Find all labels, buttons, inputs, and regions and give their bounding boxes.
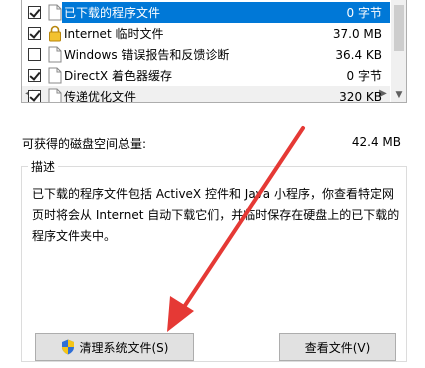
list-item-size: 0 字节 <box>346 6 382 20</box>
list-item-size: 0 字节 <box>346 69 382 83</box>
clean-system-files-label: 清理系统文件(S) <box>79 340 169 355</box>
list-item-label: DirectX 着色器缓存 <box>64 69 172 83</box>
scroll-down-arrow-icon[interactable]: ▼ <box>391 88 406 102</box>
list-item[interactable]: Windows 错误报告和反馈诊断 36.4 KB <box>22 44 390 65</box>
list-item-label: 已下载的程序文件 <box>62 2 163 23</box>
checkbox[interactable] <box>28 6 41 19</box>
description-text: 已下载的程序文件包括 ActiveX 控件和 Java 小程序，你查看特定网页时… <box>32 187 400 243</box>
checkbox[interactable] <box>28 90 41 102</box>
description-title: 描述 <box>28 158 59 175</box>
checkbox[interactable] <box>28 69 41 82</box>
list-item-size: 36.4 KB <box>335 47 382 62</box>
list-item[interactable]: DirectX 着色器缓存 0 字节 <box>22 65 390 86</box>
checkbox[interactable] <box>28 27 41 40</box>
list-item-size: 320 KB <box>339 89 382 103</box>
file-icon <box>48 67 62 84</box>
list-item-size: 37.0 MB <box>332 26 382 41</box>
list-item-label: 传递优化文件 <box>64 90 137 103</box>
total-space-value: 42.4 MB <box>351 135 401 149</box>
file-icon <box>48 88 62 102</box>
view-files-label: 查看文件(V) <box>304 340 371 355</box>
list-item[interactable]: Internet 临时文件 37.0 MB <box>22 23 390 44</box>
lock-icon <box>49 25 61 42</box>
scrollbar-thumb[interactable] <box>394 5 404 51</box>
file-icon <box>48 4 62 21</box>
list-item-label: Internet 临时文件 <box>64 27 164 41</box>
file-list[interactable]: 已下载的程序文件 0 字节 Internet 临时文件 37.0 MB Wind… <box>21 0 407 103</box>
list-item[interactable]: 已下载的程序文件 0 字节 <box>22 2 390 23</box>
total-space-label: 可获得的磁盘空间总量: <box>22 137 147 151</box>
view-files-button[interactable]: 查看文件(V) <box>279 333 396 361</box>
vertical-scrollbar[interactable]: ▼ <box>391 0 406 102</box>
checkbox[interactable] <box>28 48 41 61</box>
shield-icon <box>61 339 74 355</box>
clean-system-files-button[interactable]: 清理系统文件(S) <box>35 333 194 361</box>
file-icon <box>48 46 62 63</box>
list-item-label: Windows 错误报告和反馈诊断 <box>64 48 230 62</box>
